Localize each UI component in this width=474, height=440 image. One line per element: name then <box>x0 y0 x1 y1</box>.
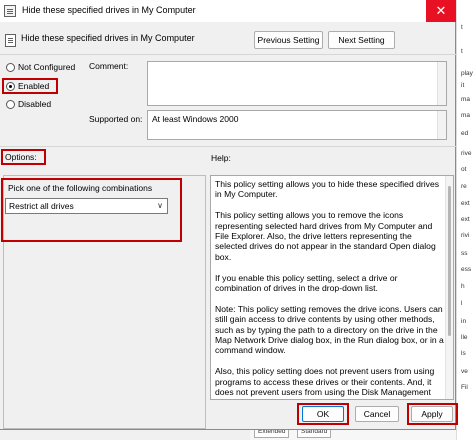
help-paragraph: If you enable this policy setting, selec… <box>215 272 398 294</box>
policy-dialog: Hide these specified drives in My Comput… <box>0 0 458 430</box>
help-panel: This policy setting allows you to hide t… <box>210 175 454 400</box>
close-button[interactable]: ✕ <box>426 0 456 22</box>
radio-not-configured[interactable]: Not Configured <box>6 61 82 75</box>
radio-circle[interactable] <box>6 63 15 72</box>
apply-button[interactable]: Apply <box>411 406 453 422</box>
help-paragraph: This policy setting allows you to remove… <box>215 210 436 262</box>
previous-setting-button[interactable]: Previous Setting <box>254 31 323 49</box>
background-text: rivi <box>461 232 470 239</box>
divider <box>0 146 456 147</box>
help-paragraph: This policy setting allows you to hide t… <box>215 179 440 200</box>
radio-disabled[interactable]: Disabled <box>6 98 56 112</box>
background-text: in <box>461 318 467 325</box>
background-text: ess <box>461 266 472 273</box>
background-text: ve <box>461 368 468 375</box>
help-label: Help: <box>211 153 231 163</box>
background-text: lle <box>461 334 468 341</box>
supported-label: Supported on: <box>89 114 143 124</box>
background-text: ot <box>461 166 467 173</box>
help-text: This policy setting allows you to hide t… <box>215 179 445 399</box>
supported-value: At least Windows 2000 <box>152 114 239 124</box>
enabled-highlight <box>2 78 58 94</box>
background-text: it <box>461 82 465 89</box>
help-paragraph: Also, this policy setting does not preve… <box>215 366 435 399</box>
background-window-strip: t t play it ma ma ed rive ot re ext ext … <box>456 0 474 440</box>
title-bar: Hide these specified drives in My Comput… <box>0 0 456 22</box>
ok-button[interactable]: OK <box>302 406 344 422</box>
cancel-button[interactable]: Cancel <box>355 406 399 422</box>
background-text: ma <box>461 112 471 119</box>
background-text: play <box>461 70 473 77</box>
next-setting-button[interactable]: Next Setting <box>328 31 395 49</box>
divider <box>0 54 456 55</box>
background-text: h <box>461 283 465 290</box>
background-text: ed <box>461 130 469 137</box>
radio-label: Disabled <box>18 99 52 109</box>
help-paragraph: Note: This policy setting removes the dr… <box>215 303 444 356</box>
comment-label: Comment: <box>89 61 129 71</box>
help-scrollbar[interactable] <box>445 176 453 399</box>
radio-circle[interactable] <box>6 100 15 109</box>
background-text: ls <box>461 350 466 357</box>
background-text: l <box>461 300 463 307</box>
background-text: t <box>461 24 463 31</box>
background-text: ma <box>461 96 471 103</box>
comment-field[interactable] <box>147 61 447 106</box>
background-text: t <box>461 48 463 55</box>
chevron-down-icon[interactable]: ∨ <box>157 201 163 210</box>
scrollbar-thumb[interactable] <box>448 186 451 336</box>
close-icon: ✕ <box>435 3 447 18</box>
setting-name: Hide these specified drives in My Comput… <box>21 33 195 43</box>
setting-icon <box>5 34 16 47</box>
background-text: ss <box>461 250 468 257</box>
pick-combination-label: Pick one of the following combinations <box>8 183 153 193</box>
background-text: re <box>461 183 467 190</box>
policy-icon <box>4 5 16 17</box>
radio-label: Not Configured <box>18 62 76 72</box>
supported-field: At least Windows 2000 <box>147 110 447 140</box>
supported-scrollbar[interactable] <box>437 111 446 139</box>
background-text: Fil <box>461 384 468 391</box>
dropdown-value: Restrict all drives <box>9 201 74 211</box>
options-label: Options: <box>5 152 37 162</box>
background-text: ext <box>461 216 470 223</box>
comment-scrollbar[interactable] <box>437 62 446 105</box>
background-text: rive <box>461 150 472 157</box>
window-title: Hide these specified drives in My Comput… <box>22 5 196 15</box>
drive-combination-dropdown[interactable]: Restrict all drives ∨ <box>5 198 168 214</box>
background-text: ext <box>461 200 470 207</box>
